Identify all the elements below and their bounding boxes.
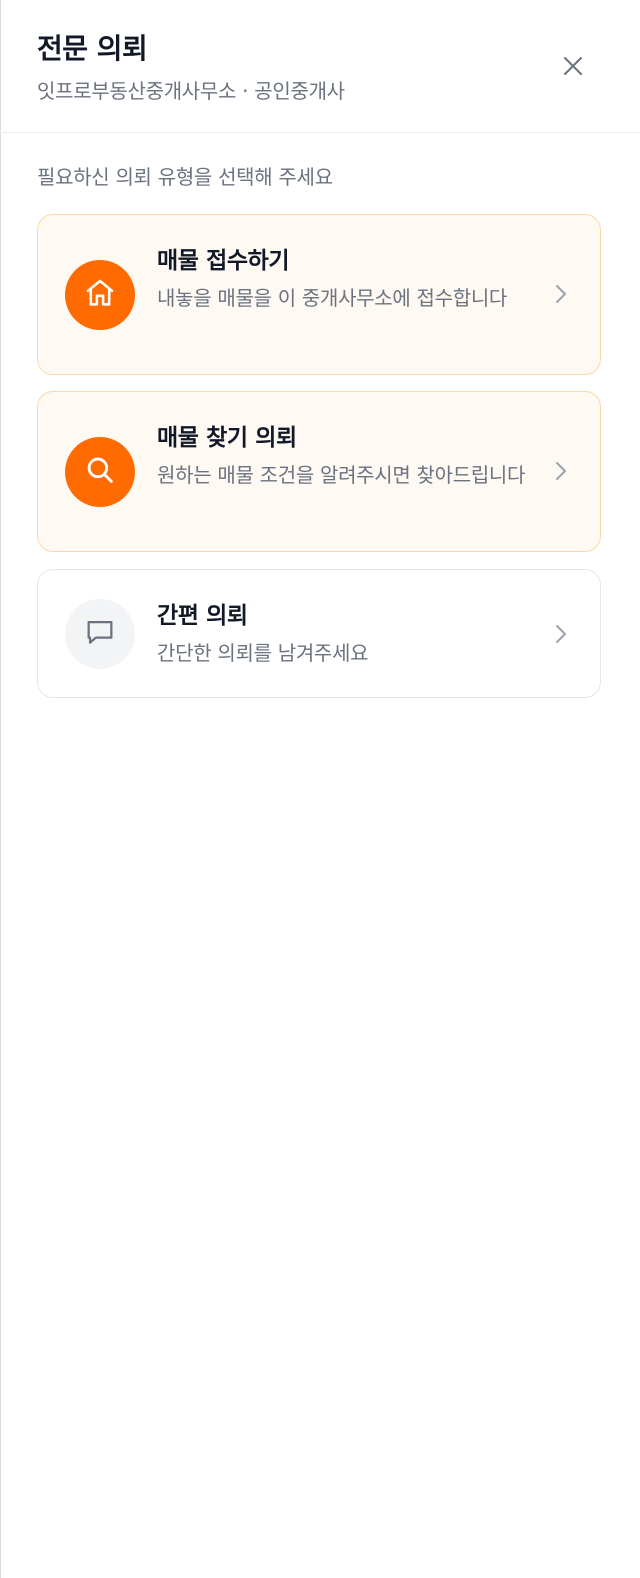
close-icon <box>562 55 584 81</box>
chevron-right-icon <box>550 460 572 482</box>
option-title: 간편 의뢰 <box>157 603 248 629</box>
option-description: 내놓을 매물을 이 중개사무소에 접수합니다 <box>157 286 508 310</box>
close-button[interactable] <box>555 50 591 86</box>
modal-header: 전문 의뢰 잇프로부동산중개사무소 · 공인중개사 <box>0 0 640 133</box>
option-card-list-property[interactable]: 매물 접수하기 내놓을 매물을 이 중개사무소에 접수합니다 <box>37 214 601 375</box>
chevron-right-icon <box>550 623 572 645</box>
selection-prompt: 필요하신 의뢰 유형을 선택해 주세요 <box>37 165 333 189</box>
option-title: 매물 접수하기 <box>157 248 290 274</box>
option-card-quick-request[interactable]: 간편 의뢰 간단한 의뢰를 남겨주세요 <box>37 569 601 698</box>
option-description: 원하는 매물 조건을 알려주시면 찾아드립니다 <box>157 463 526 487</box>
home-icon <box>83 276 117 314</box>
agency-subtitle: 잇프로부동산중개사무소 · 공인중개사 <box>37 79 345 103</box>
search-icon <box>83 453 117 491</box>
option-title: 매물 찾기 의뢰 <box>157 425 297 451</box>
chat-icon <box>83 615 117 653</box>
option-icon-circle <box>65 437 135 507</box>
chevron-right-icon <box>550 283 572 305</box>
option-description: 간단한 의뢰를 남겨주세요 <box>157 641 369 665</box>
panel-left-border <box>0 0 1 1578</box>
option-card-find-property[interactable]: 매물 찾기 의뢰 원하는 매물 조건을 알려주시면 찾아드립니다 <box>37 391 601 552</box>
option-icon-circle <box>65 599 135 669</box>
option-icon-circle <box>65 260 135 330</box>
page-title: 전문 의뢰 <box>37 32 148 65</box>
